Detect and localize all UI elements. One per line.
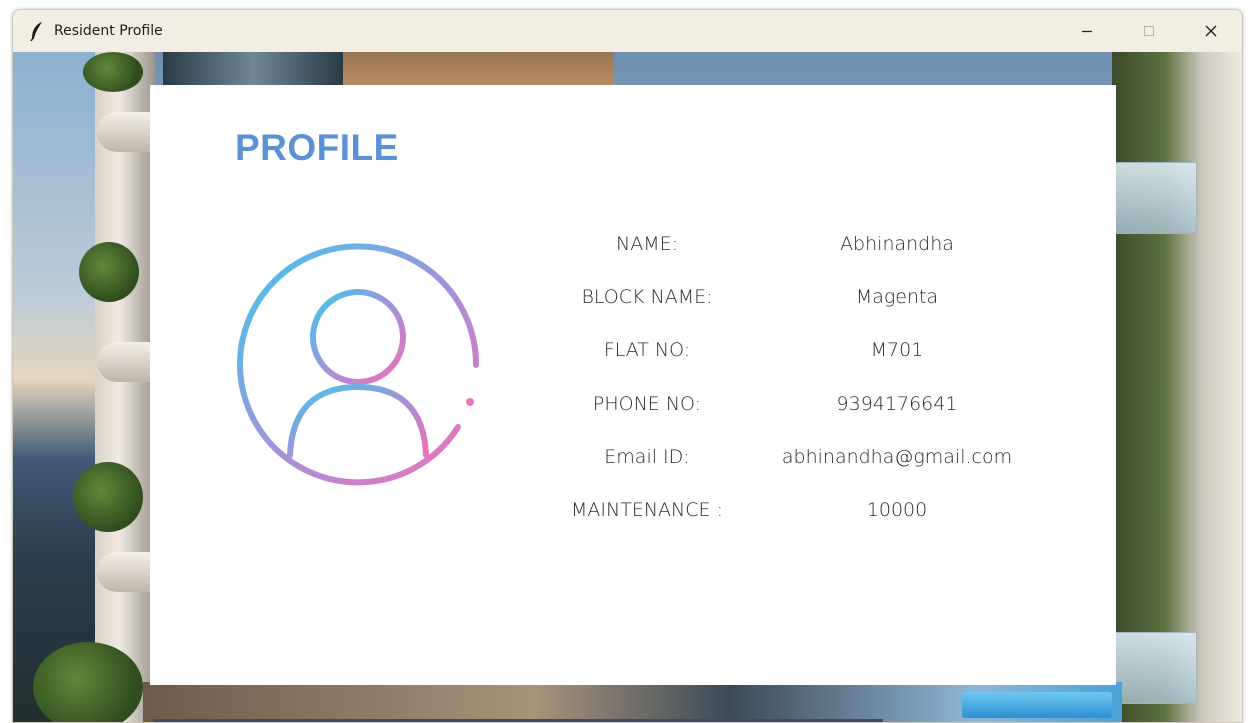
balcony [97,552,157,592]
minimize-button[interactable] [1056,10,1118,52]
profile-card: PROFILE NAME: Abhinandha BLOCK NAME: Mag… [150,85,1116,685]
minimize-icon [1081,22,1093,41]
maximize-icon [1143,22,1155,41]
email-id-label: Email ID: [604,446,690,468]
feather-icon [30,21,44,41]
phone-no-value: 9394176641 [836,393,958,415]
maintenance-label: MAINTENANCE : [571,499,723,521]
window-title: Resident Profile [54,23,163,39]
close-button[interactable] [1180,10,1242,52]
glass-railing [1105,162,1197,234]
block-name-value: Magenta [855,286,939,308]
balcony [97,112,157,152]
balcony [97,342,157,382]
plant [83,52,143,92]
email-id-value: abhinandha@gmail.com [781,446,1013,468]
page-title: PROFILE [235,127,399,168]
window-controls [1056,10,1242,52]
pool [962,692,1112,718]
plant [33,642,143,722]
green-wall [1112,52,1242,722]
tower-column [95,52,155,722]
plant [79,242,139,302]
plant [73,462,143,532]
block-name-label: BLOCK NAME: [581,286,713,308]
maximize-button[interactable] [1118,10,1180,52]
app-window: Resident Profile PROFILE NAME: Abhinandh… [12,9,1243,723]
glass-facade [163,52,343,86]
flat-no-label: FLAT NO: [603,339,691,361]
name-value: Abhinandha [840,233,954,255]
title-bar[interactable]: Resident Profile [13,10,1242,52]
phone-no-label: PHONE NO: [592,393,702,415]
user-avatar-icon [230,237,486,493]
name-label: NAME: [615,233,678,255]
flat-no-value: M701 [870,339,924,361]
close-icon [1205,22,1217,41]
wooden-ceiling [343,52,613,86]
maintenance-value: 10000 [866,499,928,521]
